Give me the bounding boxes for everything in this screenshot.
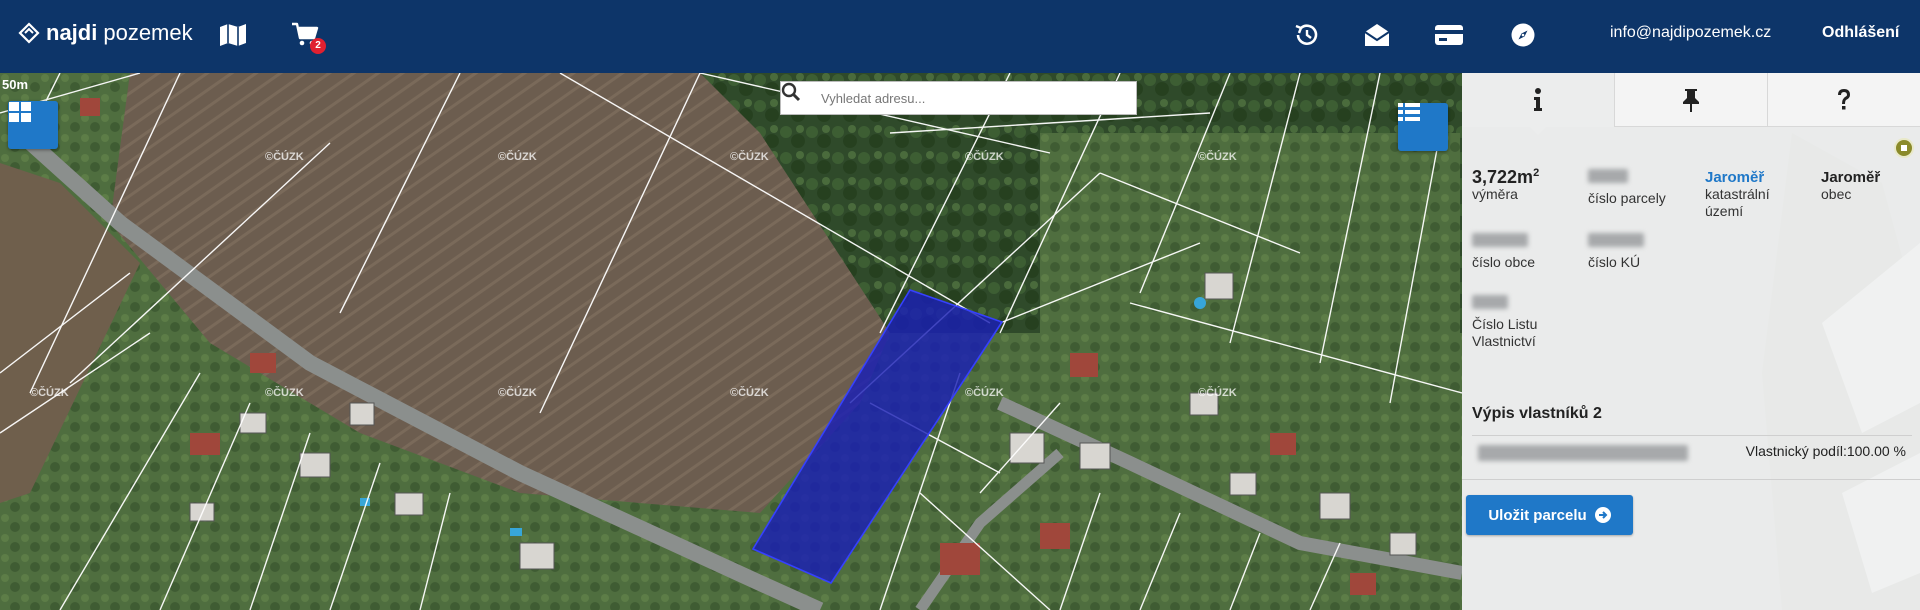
address-search-input[interactable] (821, 90, 1121, 106)
owners-title: Výpis vlastníků 2 (1472, 405, 1602, 422)
svg-text:©ČÚZK: ©ČÚZK (1198, 386, 1237, 399)
ownership-sheet-label: Číslo Listu Vlastnictví (1472, 316, 1538, 349)
arrow-circle-right-icon (1594, 507, 1611, 523)
municipality-number-redacted (1472, 233, 1528, 247)
cadastral-area-link[interactable]: Jaroměř (1705, 169, 1785, 186)
svg-text:©ČÚZK: ©ČÚZK (1198, 150, 1237, 163)
question-icon (1838, 88, 1850, 109)
panel-tabs (1462, 73, 1920, 135)
svg-text:©ČÚZK: ©ČÚZK (965, 386, 1004, 399)
list-icon (1398, 103, 1420, 121)
address-search (780, 81, 1137, 115)
municipality-number-label: číslo obce (1472, 254, 1536, 270)
divider (1462, 479, 1920, 480)
cart-icon[interactable]: 2 (288, 18, 326, 54)
svg-text:©ČÚZK: ©ČÚZK (730, 386, 769, 399)
municipality-value: Jaroměř (1821, 169, 1881, 186)
grid-icon (9, 102, 31, 122)
owner-share: Vlastnický podíl:100.00 % (1745, 443, 1906, 459)
svg-text:©ČÚZK: ©ČÚZK (498, 386, 537, 399)
svg-text:©ČÚZK: ©ČÚZK (498, 150, 537, 163)
svg-text:©ČÚZK: ©ČÚZK (265, 150, 304, 163)
map-scale-label: 50m (2, 77, 29, 92)
ownership-sheet-redacted (1472, 295, 1508, 309)
svg-text:©ČÚZK: ©ČÚZK (265, 386, 304, 399)
top-navbar: najdi pozemek 2 info@najdipozemek.cz Odh… (0, 0, 1920, 73)
logo[interactable]: najdi pozemek (18, 20, 193, 46)
ku-number-cell: číslo KÚ (1588, 233, 1644, 271)
aerial-map-canvas: ©ČÚZK ©ČÚZK ©ČÚZK ©ČÚZK ©ČÚZK ©ČÚZK ©ČÚZ… (0, 73, 1462, 610)
parcel-info-panel: 3,722m2 výměra číslo parcely Jaroměř kat… (1462, 73, 1920, 610)
cadastral-cell: Jaroměř katastrální území (1705, 169, 1785, 220)
owner-name-redacted (1478, 445, 1688, 461)
logo-text-bold: najdi (46, 20, 98, 45)
save-parcel-label: Uložit parcelu (1488, 506, 1587, 524)
parcel-number-cell: číslo parcely (1588, 169, 1666, 207)
area-value: 3,722m2 (1472, 167, 1540, 187)
logo-text-regular: pozemek (103, 20, 193, 45)
tab-info[interactable] (1462, 73, 1615, 135)
municipality-number-cell: číslo obce (1472, 233, 1535, 271)
logout-link[interactable]: Odhlášení (1822, 24, 1899, 42)
history-icon[interactable] (1290, 18, 1324, 52)
municipality-cell: Jaroměř obec (1821, 169, 1880, 203)
envelope-open-icon[interactable] (1360, 18, 1394, 52)
parcel-number-redacted (1588, 169, 1628, 183)
user-email-link[interactable]: info@najdipozemek.cz (1610, 24, 1771, 42)
compass-icon[interactable] (1506, 18, 1540, 52)
owner-row: Vlastnický podíl:100.00 % (1472, 435, 1912, 465)
area-cell: 3,722m2 výměra (1472, 165, 1539, 203)
cart-count-badge: 2 (310, 38, 326, 54)
municipality-label: obec (1821, 186, 1852, 202)
svg-text:©ČÚZK: ©ČÚZK (965, 150, 1004, 163)
tab-pin[interactable] (1615, 73, 1768, 127)
pin-icon (1683, 88, 1699, 112)
logo-mark-icon (18, 22, 40, 44)
ownership-sheet-cell: Číslo Listu Vlastnictví (1472, 295, 1562, 350)
map-marker-icon (1894, 138, 1914, 158)
map-view[interactable]: ©ČÚZK ©ČÚZK ©ČÚZK ©ČÚZK ©ČÚZK ©ČÚZK ©ČÚZ… (0, 73, 1462, 610)
cadastral-label: katastrální území (1705, 186, 1770, 219)
svg-text:©ČÚZK: ©ČÚZK (30, 386, 69, 399)
save-parcel-button[interactable]: Uložit parcelu (1466, 495, 1633, 535)
layers-toggle-button[interactable] (8, 101, 58, 149)
svg-text:©ČÚZK: ©ČÚZK (730, 150, 769, 163)
list-toggle-button[interactable] (1398, 103, 1448, 151)
ku-number-label: číslo KÚ (1588, 254, 1641, 270)
ku-number-redacted (1588, 233, 1644, 247)
info-icon (1534, 88, 1542, 111)
area-label: výměra (1472, 186, 1518, 202)
credit-card-icon[interactable] (1432, 18, 1466, 52)
parcel-number-label: číslo parcely (1588, 190, 1666, 206)
tab-help[interactable] (1768, 73, 1920, 127)
map-icon[interactable] (216, 18, 250, 52)
